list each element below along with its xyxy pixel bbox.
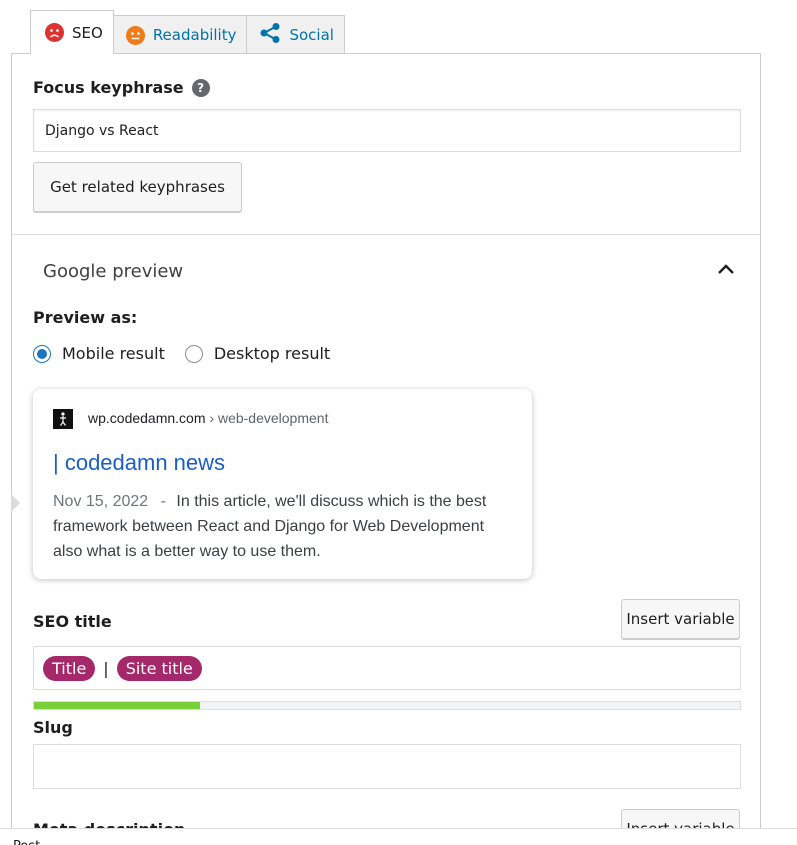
tab-social-label: Social	[289, 26, 334, 44]
metabox-tabs: SEO Readability Social	[30, 10, 345, 54]
snippet-separator: -	[160, 493, 166, 510]
title-variable-pill[interactable]: Title	[43, 655, 96, 681]
tab-seo-label: SEO	[72, 23, 103, 42]
section-divider	[12, 234, 760, 235]
focus-keyphrase-input[interactable]: Django vs React	[33, 109, 741, 152]
get-related-keyphrases-button[interactable]: Get related keyphrases	[33, 162, 242, 212]
focus-keyphrase-label-row: Focus keyphrase ?	[33, 78, 210, 97]
google-preview-title[interactable]: Google preview	[43, 261, 183, 282]
slug-label: Slug	[33, 718, 73, 737]
share-icon	[259, 22, 281, 48]
tab-seo[interactable]: SEO	[30, 10, 114, 54]
chevron-up-icon[interactable]	[715, 258, 737, 280]
snippet-url: wp.codedamn.com › web-development	[88, 410, 328, 426]
preview-mode-radios: Mobile result Desktop result	[33, 344, 350, 363]
desktop-result-label[interactable]: Desktop result	[214, 344, 330, 363]
insert-variable-button[interactable]: Insert variable	[621, 599, 740, 639]
mobile-result-label[interactable]: Mobile result	[62, 344, 165, 363]
title-separator: |	[103, 658, 109, 678]
tab-readability[interactable]: Readability	[112, 15, 248, 54]
frown-face-icon	[45, 23, 64, 42]
snippet-date: Nov 15, 2022	[53, 493, 149, 510]
post-footer: Post	[0, 828, 797, 845]
seo-panel: Focus keyphrase ? Django vs React Get re…	[11, 53, 761, 845]
slug-input[interactable]	[33, 744, 741, 789]
mobile-result-radio[interactable]	[33, 344, 51, 363]
collapse-arrow-icon[interactable]	[11, 494, 20, 512]
progress-fill	[34, 702, 200, 709]
seo-title-length-progress	[33, 701, 741, 710]
seo-title-input[interactable]: Title | Site title	[33, 646, 741, 690]
seo-title-label: SEO title	[33, 612, 112, 631]
snippet-breadcrumb: › web-development	[209, 410, 329, 426]
snippet-description-block: Nov 15, 2022 - In this article, we'll di…	[53, 489, 513, 564]
snippet-domain: wp.codedamn.com	[88, 410, 206, 426]
neutral-face-icon	[125, 25, 145, 45]
site-title-variable-pill[interactable]: Site title	[116, 655, 202, 681]
tab-readability-label: Readability	[152, 26, 237, 44]
focus-keyphrase-label: Focus keyphrase	[33, 78, 184, 97]
google-snippet-card[interactable]: wp.codedamn.com › web-development | code…	[33, 389, 532, 579]
site-favicon-icon	[53, 409, 73, 429]
tab-social[interactable]: Social	[246, 15, 345, 54]
snippet-title[interactable]: | codedamn news	[53, 450, 225, 476]
help-icon[interactable]: ?	[191, 78, 210, 97]
desktop-result-radio[interactable]	[184, 344, 203, 363]
preview-as-label: Preview as:	[33, 308, 138, 327]
